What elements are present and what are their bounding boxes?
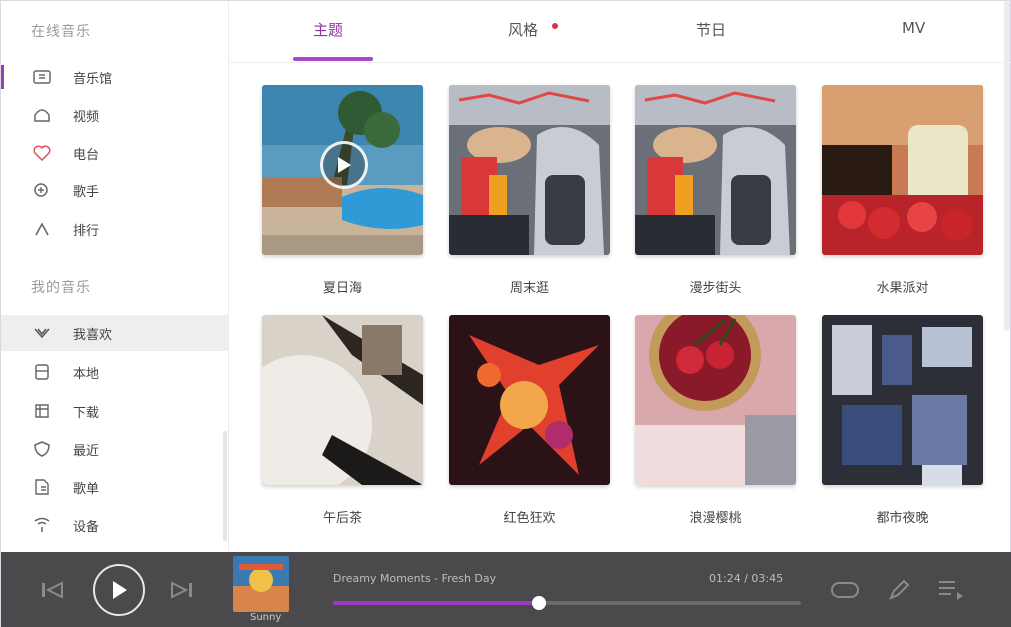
- theme-card[interactable]: 午后茶: [262, 315, 423, 526]
- sidebar-section-online-title: 在线音乐: [31, 24, 91, 40]
- theme-card[interactable]: 红色狂欢: [449, 315, 610, 526]
- sidebar-section-mine-title: 我的音乐: [31, 280, 91, 296]
- theme-card[interactable]: 周末逛: [449, 85, 610, 296]
- album-cover[interactable]: [233, 556, 289, 612]
- local-icon: [31, 361, 53, 383]
- sidebar-item-label: 最近: [73, 443, 100, 459]
- play-overlay-icon[interactable]: [320, 141, 368, 189]
- pen-icon: [889, 579, 910, 600]
- progress-fill: [333, 601, 539, 605]
- queue-icon: [939, 581, 963, 600]
- sidebar-scrollbar[interactable]: [223, 431, 227, 541]
- like-icon: [31, 322, 53, 344]
- lyrics-button[interactable]: [885, 576, 913, 604]
- album-tag: Sunny: [250, 612, 282, 623]
- theme-card[interactable]: 浪漫樱桃: [635, 315, 796, 526]
- theme-card[interactable]: 夏日海: [262, 85, 423, 296]
- theme-card[interactable]: 都市夜晚: [822, 315, 983, 526]
- sidebar-item-recent[interactable]: 最近: [1, 431, 228, 467]
- theme-card-title: 周末逛: [509, 281, 549, 296]
- theme-thumbnail: [635, 85, 796, 255]
- loop-button[interactable]: [829, 576, 861, 604]
- sidebar-item-playlist[interactable]: 歌单: [1, 469, 228, 505]
- progress-track[interactable]: [333, 596, 801, 610]
- theme-card-title: 水果派对: [876, 281, 929, 296]
- sidebar-item-label: 本地: [73, 366, 100, 382]
- sidebar-item-label: 下载: [73, 405, 100, 421]
- now-playing-title: Dreamy Moments - Fresh Day: [333, 572, 497, 585]
- sidebar-item-label: 歌手: [73, 184, 100, 200]
- theme-thumbnail: [262, 315, 423, 485]
- playlist-queue-button[interactable]: [936, 576, 966, 604]
- theme-thumbnail: [449, 85, 610, 255]
- theme-grid: 夏日海 周末逛 漫步街头 水果派对 午后茶 红色狂欢 浪漫樱桃 都市夜晚: [230, 63, 1005, 552]
- radio-icon: [31, 142, 53, 164]
- sidebar-item-rank[interactable]: 排行: [1, 211, 228, 247]
- playlist-icon: [31, 476, 53, 498]
- sidebar-item-music-hall[interactable]: 音乐馆: [1, 59, 228, 95]
- playback-time: 01:24 / 03:45: [709, 572, 784, 585]
- theme-card-title: 浪漫樱桃: [689, 511, 742, 526]
- theme-thumbnail: [822, 315, 983, 485]
- next-track-button[interactable]: [169, 578, 195, 602]
- singer-icon: [31, 179, 53, 201]
- tab-festival[interactable]: 节日: [696, 19, 726, 40]
- play-icon: [113, 581, 127, 599]
- theme-card[interactable]: 漫步街头: [635, 85, 796, 296]
- music-app-window: 在线音乐 音乐馆 视频 电台 歌手 排行 我的音乐 我喜欢 本地 下载 最近 歌…: [0, 0, 1011, 627]
- theme-thumbnail: [449, 315, 610, 485]
- sidebar-item-label: 排行: [73, 223, 100, 239]
- sidebar-item-radio[interactable]: 电台: [1, 135, 228, 171]
- sidebar: 在线音乐 音乐馆 视频 电台 歌手 排行 我的音乐 我喜欢 本地 下载 最近 歌…: [1, 1, 229, 552]
- theme-card-title: 漫步街头: [689, 281, 742, 296]
- category-tabs: 主题 风格 节日 MV: [230, 1, 1011, 63]
- loop-icon: [831, 582, 859, 598]
- sidebar-item-label: 设备: [73, 519, 100, 535]
- sidebar-item-like[interactable]: 我喜欢: [1, 315, 228, 351]
- rank-icon: [31, 218, 53, 240]
- theme-card-title: 都市夜晚: [876, 511, 929, 526]
- theme-thumbnail: [635, 315, 796, 485]
- sidebar-item-label: 我喜欢: [73, 327, 113, 343]
- new-dot-badge: [552, 23, 558, 29]
- device-icon: [31, 514, 53, 536]
- sidebar-item-video[interactable]: 视频: [1, 97, 228, 133]
- sidebar-item-local[interactable]: 本地: [1, 354, 228, 390]
- tab-mv[interactable]: MV: [902, 19, 925, 37]
- theme-card[interactable]: 水果派对: [822, 85, 983, 296]
- sidebar-item-device[interactable]: 设备: [1, 507, 228, 543]
- theme-card-title: 红色狂欢: [503, 511, 556, 526]
- recent-icon: [31, 438, 53, 460]
- theme-card-title: 午后茶: [322, 511, 362, 526]
- video-icon: [31, 104, 53, 126]
- skip-forward-icon: [171, 581, 192, 599]
- main-scrollbar[interactable]: [1004, 1, 1010, 331]
- player-bar: Sunny Dreamy Moments - Fresh Day 01:24 /…: [1, 552, 1011, 627]
- previous-track-button[interactable]: [39, 578, 65, 602]
- sidebar-item-label: 歌单: [73, 481, 100, 497]
- sidebar-item-singer[interactable]: 歌手: [1, 172, 228, 208]
- sidebar-item-download[interactable]: 下载: [1, 393, 228, 429]
- tab-style[interactable]: 风格: [508, 19, 538, 40]
- sidebar-item-label: 视频: [73, 109, 100, 125]
- sidebar-item-label: 电台: [73, 147, 100, 163]
- theme-thumbnail: [822, 85, 983, 255]
- download-icon: [31, 400, 53, 422]
- active-tab-indicator: [293, 57, 373, 61]
- play-button[interactable]: [93, 564, 145, 616]
- sidebar-item-label: 音乐馆: [73, 71, 113, 87]
- tab-theme[interactable]: 主题: [313, 19, 343, 40]
- progress-handle[interactable]: [531, 596, 546, 610]
- theme-card-title: 夏日海: [322, 281, 362, 296]
- skip-back-icon: [42, 581, 63, 599]
- music-hall-icon: [31, 66, 53, 88]
- theme-thumbnail: [262, 85, 423, 255]
